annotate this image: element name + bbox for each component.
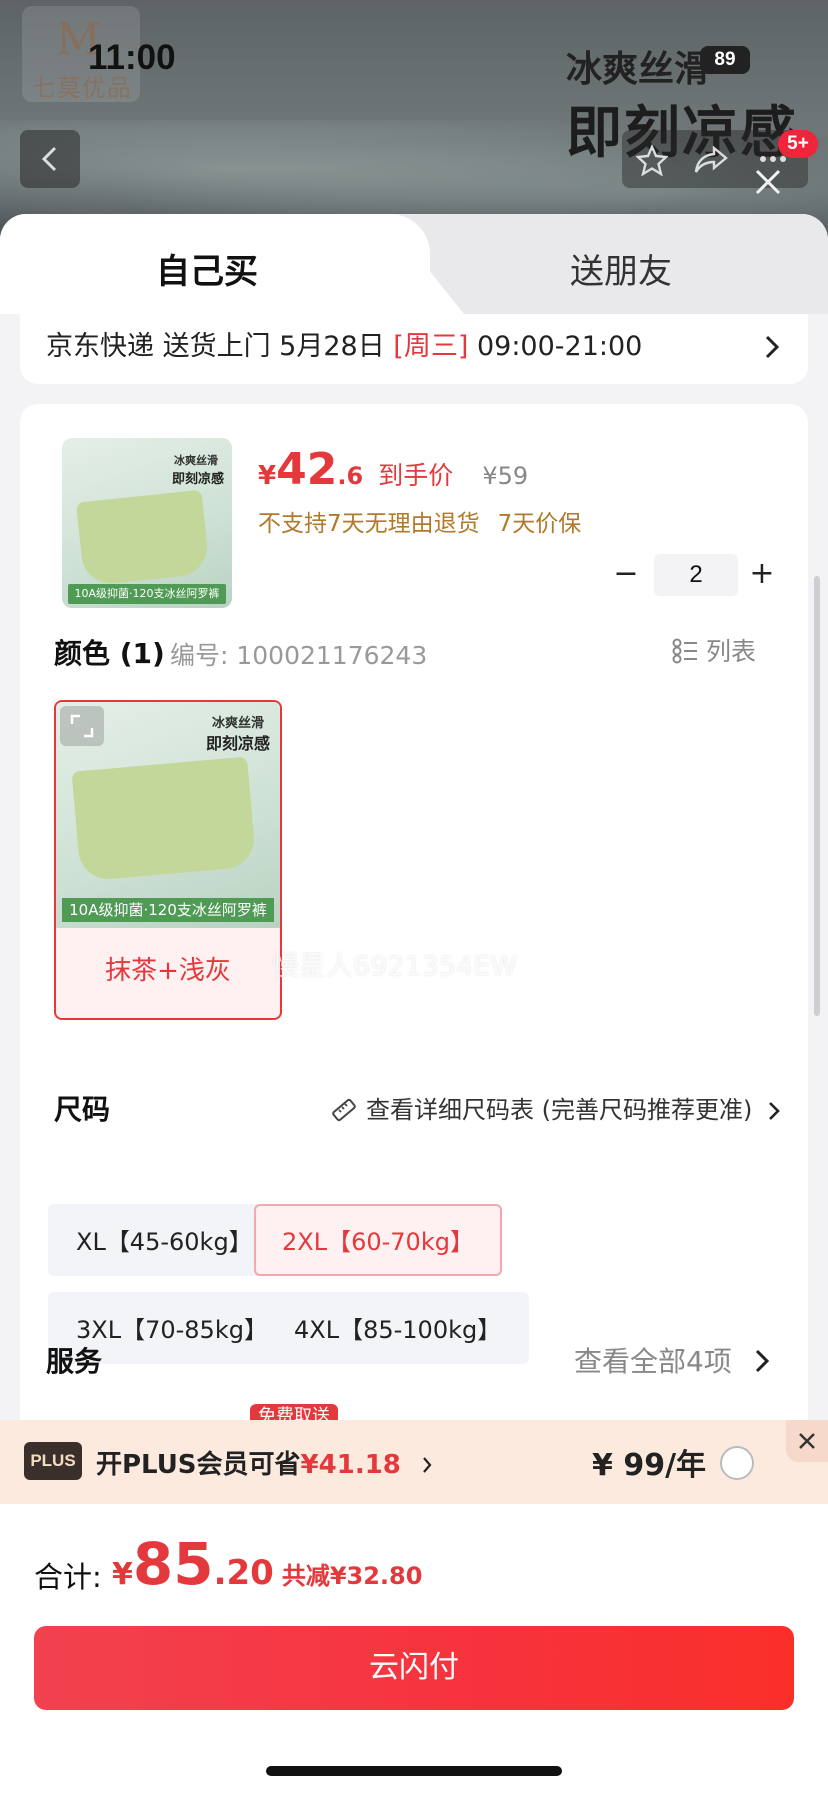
color-option-image: 冰爽丝滑 即刻凉感 10A级抑菌·120支冰丝阿罗裤 [56,702,280,928]
color-option-selected[interactable]: 冰爽丝滑 即刻凉感 10A级抑菌·120支冰丝阿罗裤 抹茶+浅灰 [54,700,282,1020]
product-thumbnail[interactable]: 冰爽丝滑 即刻凉感 10A级抑菌·120支冰丝阿罗裤 [62,438,232,608]
quantity-value[interactable]: 2 [654,554,738,596]
final-price: ¥42.6 [258,444,363,495]
expand-icon [70,714,94,738]
plus-price: ¥ 99/年 [592,1448,707,1483]
ruler-icon [332,1098,356,1122]
total-integer: 85 [132,1530,214,1598]
shorts-image [75,489,211,587]
delivery-window: 09:00-21:00 [468,331,643,362]
size-option-2xl[interactable]: 2XL【60-70kg】 [254,1204,502,1276]
service-notes: 不支持7天无理由退货 7天价保 [258,504,599,538]
plus-offer-text: 开PLUS会员可省¥41.18 [96,1444,432,1481]
service-view-all-link[interactable]: 查看全部4项 [574,1340,769,1380]
no-return-note: 不支持7天无理由退货 [258,511,480,537]
plus-offer-label: 开PLUS会员可省 [96,1450,301,1480]
total-discount: 共减¥32.80 [281,1562,423,1590]
price-currency: ¥ [258,461,277,491]
close-icon [799,1433,815,1449]
chevron-right-icon [755,1349,769,1373]
size-option-xl[interactable]: XL【45-60kg】 [48,1204,281,1276]
battery-indicator: 89 [700,46,750,74]
thumb-stripe-text: 10A级抑菌·120支冰丝阿罗裤 [68,584,226,604]
pay-button[interactable]: 云闪付 [34,1626,794,1710]
star-icon[interactable] [636,144,668,176]
home-indicator[interactable] [266,1766,562,1776]
service-view-all-label: 查看全部4项 [574,1345,732,1378]
plus-savings-amount: ¥41.18 [300,1450,401,1480]
delivery-text: 京东快递 送货上门 5月28日 [周三] 09:00-21:00 [46,324,642,363]
option-title-text: 即刻凉感 [206,734,271,753]
total-decimal: .20 [213,1553,274,1593]
tab-buy-self[interactable]: 自己买 [0,214,430,314]
option-stripe-text: 10A级抑菌·120支冰丝阿罗裤 [62,898,274,922]
total-currency: ¥ [112,1557,133,1592]
price-decimal: .6 [337,462,364,490]
delivery-carrier: 京东快递 送货上门 5月28日 [46,331,394,362]
tab-gift-friend-label: 送朋友 [570,252,672,292]
color-sku: 编号: 100021176243 [170,641,428,670]
plus-logo: PLUS [24,1442,82,1480]
plus-select-radio[interactable] [720,1446,754,1480]
list-view-label: 列表 [706,637,757,666]
scrollbar[interactable] [814,576,820,1016]
watermark-text: 慢星人6921354EW [272,951,518,982]
price-protect-note: 7天价保 [497,511,582,537]
size-guide-link[interactable]: 查看详细尺码表 (完善尺码推荐更准) [330,1090,780,1125]
total-label: 合计: [34,1560,102,1594]
color-heading: 颜色 (1) [54,637,165,670]
plus-close-button[interactable] [786,1420,828,1462]
purchase-tabs: 送朋友 自己买 [0,214,828,314]
list-view-toggle[interactable]: 列表 [672,632,756,668]
delivery-weekday: [周三] [393,331,469,362]
price-row: ¥42.6 到手价 ¥59 [258,444,528,495]
size-option-4xl[interactable]: 4XL【85-100kg】 [266,1292,530,1364]
zoom-icon[interactable] [60,706,104,746]
quantity-increase-button[interactable]: + [742,554,782,596]
shorts-image [71,756,257,882]
chevron-left-icon [41,146,57,172]
product-backdrop: M 七莫优品 11:00 冰爽丝滑 即刻凉感 89 5+ [0,0,828,240]
size-guide-label: 查看详细尺码表 (完善尺码推荐更准) [366,1096,753,1124]
thumb-top-text: 冰爽丝滑 [174,454,218,467]
list-icon [672,638,697,664]
promo-line-1: 冰爽丝滑 [566,49,711,90]
price-integer: 42 [276,444,338,495]
delivery-info-row[interactable]: 京东快递 送货上门 5月28日 [周三] 09:00-21:00 [20,314,808,384]
tab-gift-friend[interactable]: 送朋友 [400,214,828,314]
quantity-decrease-button[interactable]: − [606,554,646,596]
close-icon[interactable] [752,166,784,198]
chevron-right-icon [423,1457,432,1473]
thumb-title-text: 即刻凉感 [172,472,225,487]
service-heading: 服务 [46,1345,103,1378]
original-price: ¥59 [482,462,529,490]
color-option-label: 抹茶+浅灰 [105,956,231,986]
product-options-card: 冰爽丝滑 即刻凉感 10A级抑菌·120支冰丝阿罗裤 ¥42.6 到手价 ¥59… [20,404,808,1554]
chevron-right-icon [769,1102,780,1120]
cart-count-badge: 5+ [778,130,818,158]
option-top-text: 冰爽丝滑 [212,716,265,731]
final-price-tag: 到手价 [378,461,454,490]
share-icon[interactable] [694,144,728,176]
size-heading: 尺码 [54,1093,111,1126]
total-amount: ¥85.20 共减¥32.80 [112,1530,422,1598]
plus-membership-bar[interactable]: PLUS 开PLUS会员可省¥41.18 ¥ 99/年 [0,1420,828,1504]
back-button[interactable] [20,130,80,188]
tab-buy-self-label: 自己买 [156,252,258,292]
checkout-footer: 合计: ¥85.20 共减¥32.80 云闪付 [0,1504,828,1796]
chevron-right-icon [765,335,780,359]
status-time: 11:00 [88,38,176,77]
